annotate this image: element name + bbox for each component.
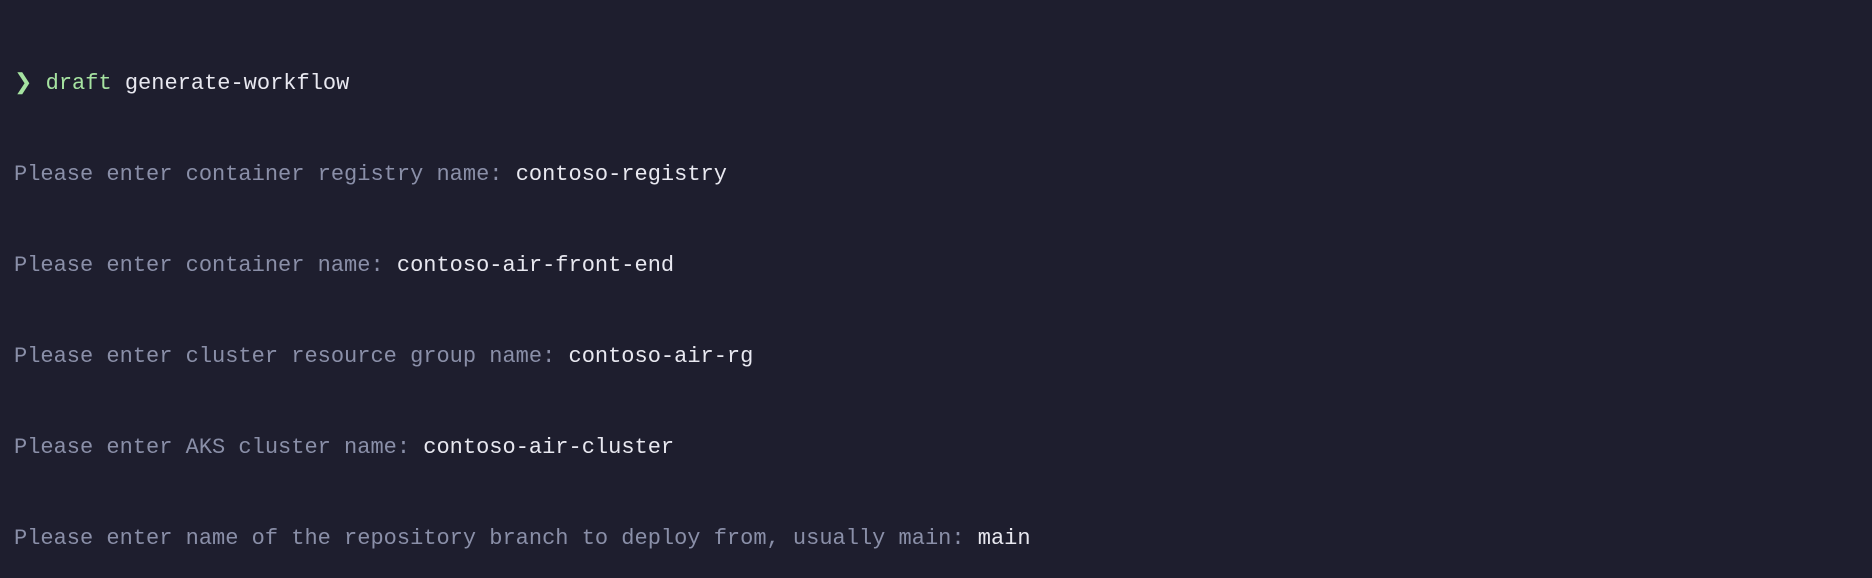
input-value: contoso-air-front-end: [397, 253, 674, 278]
input-value: main: [978, 526, 1031, 551]
prompt-text: Please enter cluster resource group name…: [14, 344, 569, 369]
command-rest: generate-workflow: [112, 71, 350, 96]
terminal-output[interactable]: ❯ draft generate-workflow Please enter c…: [0, 0, 1872, 578]
prompt-text: Please enter AKS cluster name:: [14, 435, 423, 460]
prompt-text: Please enter container registry name:: [14, 162, 516, 187]
prompt-char: ❯: [14, 71, 32, 96]
prompt-text: Please enter name of the repository bran…: [14, 526, 978, 551]
output-line: Please enter container registry name: co…: [14, 160, 1858, 190]
input-value: contoso-air-cluster: [423, 435, 674, 460]
command-line: ❯ draft generate-workflow: [14, 69, 1858, 99]
prompt-text: Please enter container name:: [14, 253, 397, 278]
input-value: contoso-air-rg: [569, 344, 754, 369]
input-value: contoso-registry: [516, 162, 727, 187]
output-line: Please enter name of the repository bran…: [14, 524, 1858, 554]
output-line: Please enter AKS cluster name: contoso-a…: [14, 433, 1858, 463]
output-line: Please enter container name: contoso-air…: [14, 251, 1858, 281]
command-prefix: draft: [46, 71, 112, 96]
output-line: Please enter cluster resource group name…: [14, 342, 1858, 372]
